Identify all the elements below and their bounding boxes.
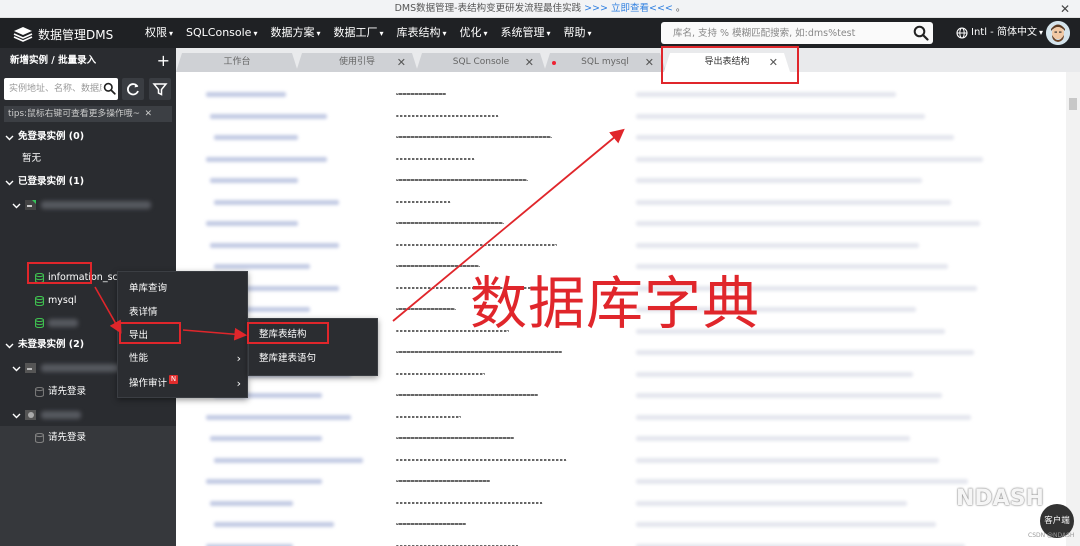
credit-text: CSDN @NDASH: [1028, 532, 1075, 539]
arrow-db-to-export: [94, 286, 122, 334]
wechat-icon: [925, 488, 951, 509]
annotation-text: 数据库字典: [470, 271, 760, 337]
arrow-export-to-schema: [182, 327, 248, 341]
watermark: NDASH: [925, 486, 1044, 511]
